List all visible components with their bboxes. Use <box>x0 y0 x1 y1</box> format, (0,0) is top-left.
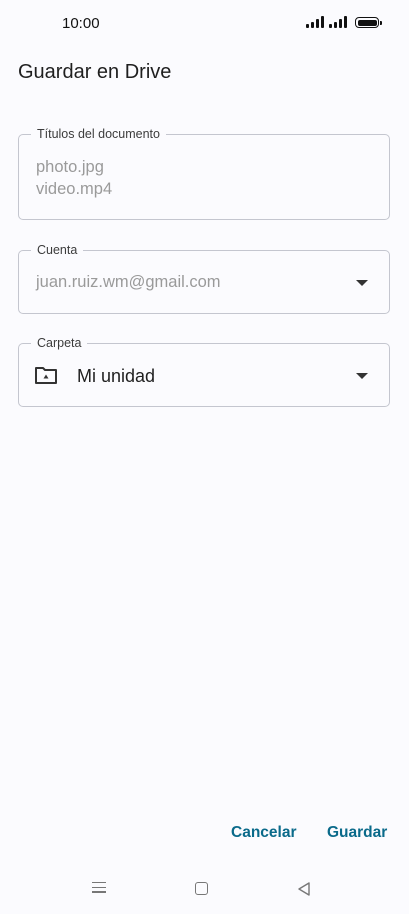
status-time: 10:00 <box>62 15 100 32</box>
signal-icon <box>329 16 347 28</box>
account-value: juan.ruiz.wm@gmail.com <box>36 273 221 291</box>
documents-field: Títulos del documento photo.jpg video.mp… <box>18 127 390 220</box>
save-button[interactable]: Guardar <box>327 824 387 842</box>
home-icon[interactable] <box>195 882 208 895</box>
document-item: photo.jpg <box>36 158 104 176</box>
account-field-label: Cuenta <box>31 243 84 257</box>
back-icon[interactable] <box>296 881 312 897</box>
drive-folder-icon <box>35 367 57 384</box>
status-icons <box>306 16 382 28</box>
navigation-bar <box>0 872 409 906</box>
signal-icon <box>306 16 324 28</box>
folder-value: Mi unidad <box>77 366 156 386</box>
documents-field-label: Títulos del documento <box>31 127 166 141</box>
folder-dropdown[interactable]: Carpeta Mi unidad <box>18 336 390 407</box>
menu-icon[interactable] <box>92 882 106 893</box>
chevron-down-icon[interactable] <box>356 280 368 286</box>
page-title: Guardar en Drive <box>18 61 172 83</box>
chevron-down-icon[interactable] <box>356 373 368 379</box>
cancel-button[interactable]: Cancelar <box>231 824 296 842</box>
account-dropdown[interactable]: Cuenta juan.ruiz.wm@gmail.com <box>18 243 390 314</box>
screen: 10:00 Guardar en Drive Títulos del docum… <box>0 0 409 914</box>
status-bar: 10:00 <box>0 0 409 46</box>
documents-list: photo.jpg video.mp4 <box>36 156 112 200</box>
battery-icon <box>355 17 382 28</box>
folder-field-label: Carpeta <box>31 336 88 350</box>
document-item: video.mp4 <box>36 180 113 198</box>
